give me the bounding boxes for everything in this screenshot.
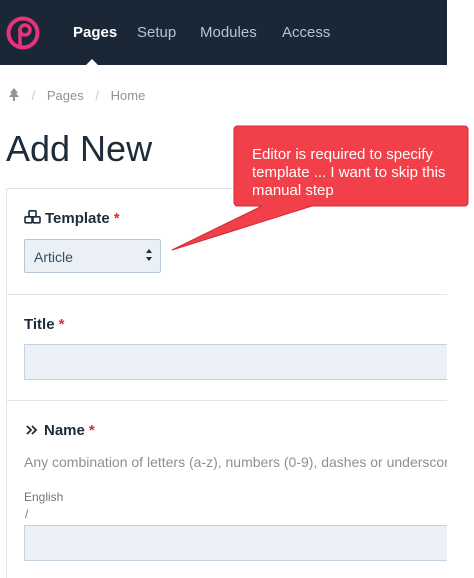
name-help-text: Any combination of letters (a-z), number… (24, 454, 447, 470)
path-prefix: / (25, 507, 29, 521)
help-text-clip: Any combination of letters (a-z), number… (0, 0, 447, 577)
name-input[interactable] (24, 525, 447, 561)
language-label: English (24, 490, 64, 504)
callout-text: Editor is required to specify template .… (252, 146, 446, 199)
